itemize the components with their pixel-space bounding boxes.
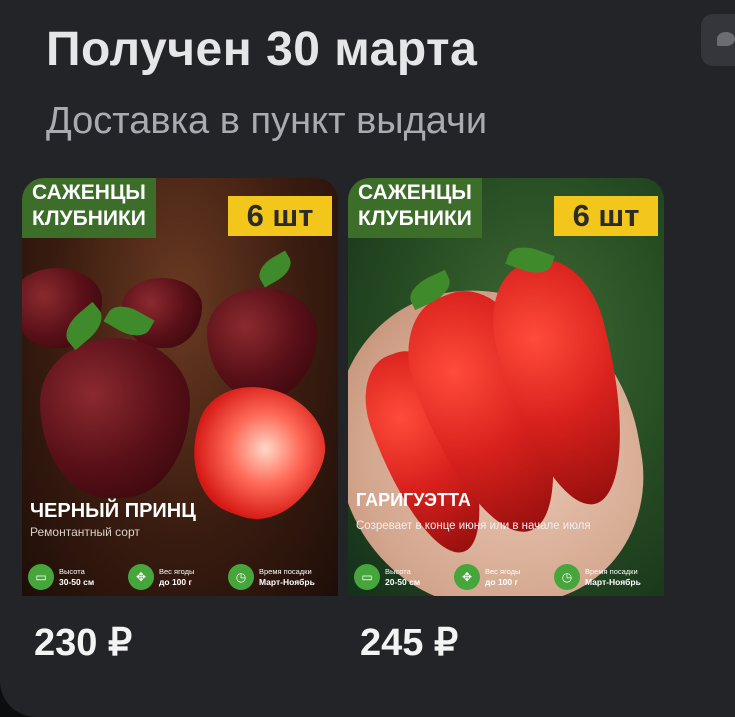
product-description: Созревает в конце июня или в начале июля bbox=[356, 520, 591, 532]
product-banner: САЖЕНЦЫ КЛУБНИКИ bbox=[348, 178, 482, 238]
product-name: ЧЕРНЫЙ ПРИНЦ bbox=[30, 500, 196, 522]
strawberry-illustration bbox=[207, 288, 317, 398]
leaf-illustration bbox=[253, 250, 297, 288]
ruler-icon: ▭ bbox=[354, 564, 380, 590]
target-icon: ✥ bbox=[454, 564, 480, 590]
quantity-badge: 6 шт bbox=[228, 196, 332, 236]
spec-planting-time: ◷ Время посадки Март-Ноябрь bbox=[554, 564, 650, 590]
product-name: ГАРИГУЭТТА bbox=[356, 490, 471, 510]
quantity-badge: 6 шт bbox=[554, 196, 658, 236]
product-price-2: 245 ₽ bbox=[360, 622, 459, 664]
chat-button[interactable] bbox=[701, 14, 735, 66]
order-card[interactable]: Получен 30 марта Доставка в пункт выдачи… bbox=[0, 0, 735, 717]
product-price-1: 230 ₽ bbox=[34, 622, 133, 664]
chat-icon bbox=[717, 32, 735, 46]
product-description: Ремонтантный сорт bbox=[30, 525, 140, 539]
product-image-1[interactable]: САЖЕНЦЫ КЛУБНИКИ 6 шт ЧЕРНЫЙ ПРИНЦ Ремон… bbox=[22, 178, 338, 596]
spec-planting-time: ◷ Время посадки Март-Ноябрь bbox=[228, 564, 324, 590]
delivery-method: Доставка в пункт выдачи bbox=[46, 100, 488, 142]
product-specs: ▭ Высота 30-50 см ✥ Вес ягоды до 100 г ◷ В… bbox=[28, 564, 324, 590]
spec-berry-weight: ✥ Вес ягоды до 100 г bbox=[128, 564, 224, 590]
calendar-icon: ◷ bbox=[554, 564, 580, 590]
strawberry-half-illustration bbox=[173, 369, 338, 537]
spec-height: ▭ Высота 20-50 см bbox=[354, 564, 450, 590]
order-status-title: Получен 30 марта bbox=[46, 23, 478, 76]
product-banner: САЖЕНЦЫ КЛУБНИКИ bbox=[22, 178, 156, 238]
product-image-2[interactable]: САЖЕНЦЫ КЛУБНИКИ 6 шт ГАРИГУЭТТА Созрева… bbox=[348, 178, 664, 596]
calendar-icon: ◷ bbox=[228, 564, 254, 590]
target-icon: ✥ bbox=[128, 564, 154, 590]
spec-height: ▭ Высота 30-50 см bbox=[28, 564, 124, 590]
product-specs: ▭ Высота 20-50 см ✥ Вес ягоды до 100 г ◷ В… bbox=[354, 564, 650, 590]
spec-berry-weight: ✥ Вес ягоды до 100 г bbox=[454, 564, 550, 590]
ruler-icon: ▭ bbox=[28, 564, 54, 590]
strawberry-illustration bbox=[40, 338, 190, 498]
